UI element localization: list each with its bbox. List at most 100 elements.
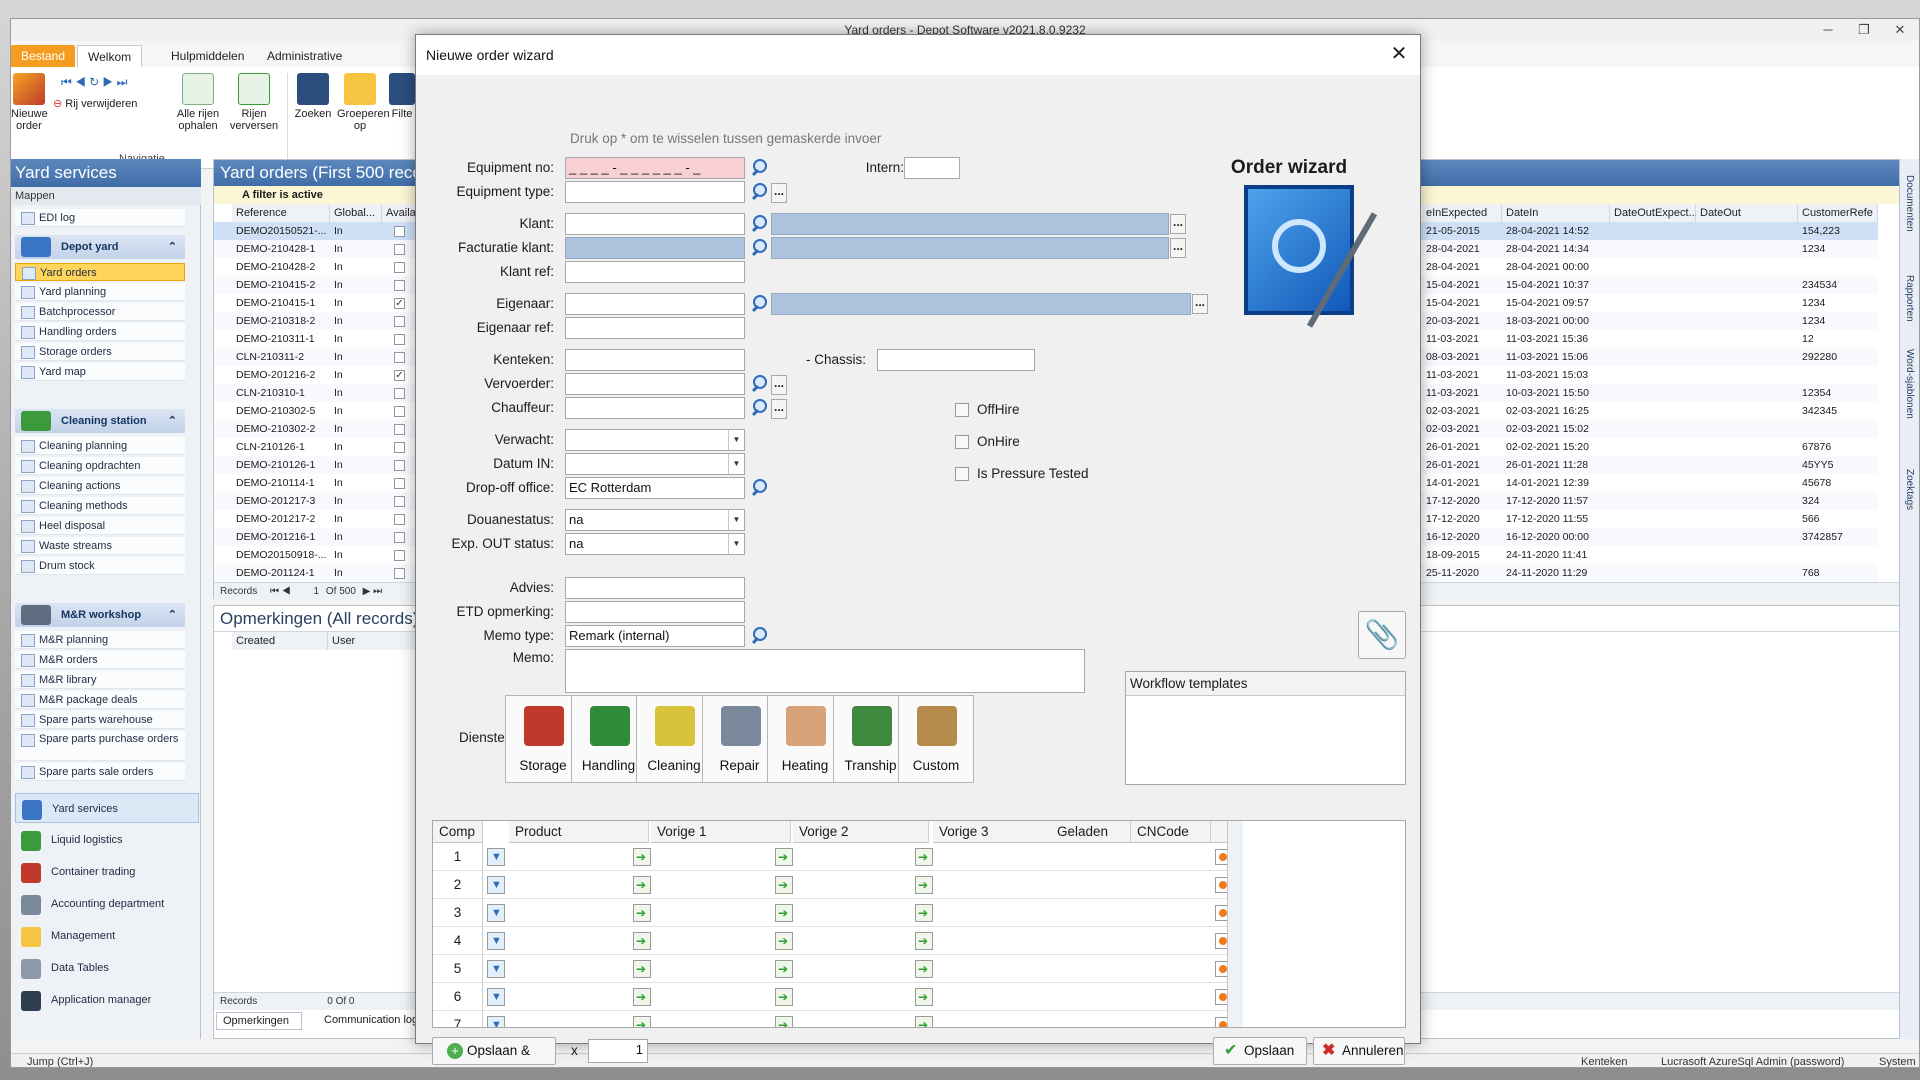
vervoerder-input[interactable] — [565, 373, 745, 395]
memo-type-input[interactable]: Remark (internal) — [565, 625, 745, 647]
save-and-button[interactable]: + Opslaan & — [432, 1037, 556, 1065]
side-tab-word-sjablonen[interactable]: Word-sjablonen — [1904, 349, 1915, 419]
group-cleaning-station[interactable]: Cleaning station ⌃ — [15, 409, 185, 433]
sidebar-item-cleaning-methods[interactable]: Cleaning methods — [15, 497, 185, 515]
attachment-icon[interactable]: 📎 — [1358, 611, 1406, 659]
column-customer-ref[interactable]: CustomerRefe — [1798, 204, 1878, 222]
side-tab-documenten[interactable]: Documenten — [1904, 175, 1915, 232]
filter-button[interactable]: Filte — [387, 73, 417, 120]
column-date-out-expected[interactable]: DateOutExpect... — [1610, 204, 1698, 222]
row-available-checkbox[interactable] — [394, 568, 405, 579]
grid-header-geladen[interactable]: Geladen — [1051, 821, 1131, 843]
copy-arrow-icon[interactable] — [915, 876, 933, 894]
copy-arrow-icon[interactable] — [775, 960, 793, 978]
row-available-checkbox[interactable] — [394, 352, 405, 363]
chevron-down-icon[interactable]: ▼ — [728, 454, 744, 474]
sidebar-item-m-r-orders[interactable]: M&R orders — [15, 651, 185, 669]
sidebar-item-spare-parts-sale-orders[interactable]: Spare parts sale orders — [15, 763, 185, 781]
sidebar-item-m-r-library[interactable]: M&R library — [15, 671, 185, 689]
row-available-checkbox[interactable] — [394, 244, 405, 255]
chevron-down-icon[interactable]: ▼ — [728, 534, 744, 554]
row-available-checkbox[interactable] — [394, 406, 405, 417]
column-date-in[interactable]: DateIn — [1502, 204, 1610, 222]
column-user[interactable]: User — [328, 632, 418, 650]
search-button[interactable]: Zoeken — [291, 73, 335, 120]
search-icon[interactable] — [749, 157, 771, 179]
copy-arrow-icon[interactable] — [633, 876, 651, 894]
tab-bestand[interactable]: Bestand — [11, 45, 76, 67]
sidebar-item-cleaning-actions[interactable]: Cleaning actions — [15, 477, 185, 495]
row-available-checkbox[interactable] — [394, 334, 405, 345]
row-available-checkbox[interactable] — [394, 550, 405, 561]
search-icon[interactable] — [749, 293, 771, 315]
grid-header-comp[interactable]: Comp — [433, 821, 483, 843]
copy-arrow-icon[interactable] — [915, 988, 933, 1006]
sidebar-item-spare-parts-warehouse[interactable]: Spare parts warehouse — [15, 711, 185, 729]
sidebar-item-heel-disposal[interactable]: Heel disposal — [15, 517, 185, 535]
equipment-no-input[interactable]: _ _ _ _ - _ _ _ _ _ _ - _ — [565, 157, 745, 179]
grid-scrollbar[interactable] — [1227, 821, 1243, 1027]
more-options-button[interactable]: ... — [771, 399, 787, 419]
offhire-checkbox[interactable] — [955, 403, 969, 417]
more-options-button[interactable]: ... — [1170, 214, 1186, 234]
sidebar-item-m-r-planning[interactable]: M&R planning — [15, 631, 185, 649]
sidebar-item-m-r-package-deals[interactable]: M&R package deals — [15, 691, 185, 709]
column-global[interactable]: Global... — [330, 204, 382, 222]
tab-administrative[interactable]: Administrative — [257, 45, 352, 67]
eigenaar-input[interactable] — [565, 293, 745, 315]
row-available-checkbox[interactable] — [394, 388, 405, 399]
product-picker-icon[interactable] — [487, 960, 505, 978]
quantity-input[interactable]: 1 — [588, 1039, 648, 1063]
refresh-rows-button[interactable]: Rijen verversen — [229, 73, 279, 132]
save-button[interactable]: ✔ Opslaan — [1213, 1037, 1307, 1065]
copy-arrow-icon[interactable] — [633, 1016, 651, 1027]
sidebar-item-drum-stock[interactable]: Drum stock — [15, 557, 185, 575]
sidebar-item-spare-parts-purchase-orders[interactable]: Spare parts purchase orders — [15, 731, 185, 761]
new-order-button[interactable]: Nieuwe order — [11, 73, 48, 132]
row-available-checkbox[interactable] — [394, 514, 405, 525]
copy-arrow-icon[interactable] — [775, 932, 793, 950]
dropoff-input[interactable]: EC Rotterdam — [565, 477, 745, 499]
copy-arrow-icon[interactable] — [915, 1016, 933, 1027]
copy-arrow-icon[interactable] — [633, 904, 651, 922]
row-available-checkbox[interactable]: ✓ — [394, 370, 405, 381]
kenteken-input[interactable] — [565, 349, 745, 371]
tab-hulpmiddelen[interactable]: Hulpmiddelen — [161, 45, 254, 67]
etd-input[interactable] — [565, 601, 745, 623]
copy-arrow-icon[interactable] — [775, 1016, 793, 1027]
facturatie-input[interactable] — [565, 237, 745, 259]
group-mr-workshop[interactable]: M&R workshop ⌃ — [15, 603, 185, 627]
column-in-expected[interactable]: eInExpected — [1422, 204, 1502, 222]
more-options-button[interactable]: ... — [771, 375, 787, 395]
column-created[interactable]: Created — [232, 632, 328, 650]
copy-arrow-icon[interactable] — [775, 988, 793, 1006]
copy-arrow-icon[interactable] — [633, 932, 651, 950]
product-picker-icon[interactable] — [487, 932, 505, 950]
close-app-button[interactable]: ✕ — [1883, 19, 1917, 41]
row-available-checkbox[interactable] — [394, 424, 405, 435]
advies-input[interactable] — [565, 577, 745, 599]
copy-arrow-icon[interactable] — [633, 988, 651, 1006]
module-application-manager[interactable]: Application manager — [15, 985, 199, 1015]
product-picker-icon[interactable] — [487, 1016, 505, 1027]
tab-communication-log[interactable]: Communication log — [302, 1012, 432, 1030]
more-options-button[interactable]: ... — [1192, 294, 1208, 314]
copy-arrow-icon[interactable] — [775, 848, 793, 866]
search-icon[interactable] — [749, 237, 771, 259]
row-available-checkbox[interactable]: ✓ — [394, 298, 405, 309]
copy-arrow-icon[interactable] — [633, 848, 651, 866]
nav-arrows-icon[interactable]: ⏮ ◀ ↻ ▶ ⏭ — [61, 75, 127, 90]
verwacht-date-input[interactable]: ▼ — [565, 429, 745, 451]
row-available-checkbox[interactable] — [394, 478, 405, 489]
chevron-down-icon[interactable]: ▼ — [728, 510, 744, 530]
module-liquid-logistics[interactable]: Liquid logistics — [15, 825, 199, 855]
record-nav-icon[interactable]: ⏮ ◀ — [270, 586, 291, 597]
sidebar-item-storage-orders[interactable]: Storage orders — [15, 343, 185, 361]
record-number[interactable]: 1 — [314, 586, 320, 597]
module-management[interactable]: Management — [15, 921, 199, 951]
sidebar-item-waste-streams[interactable]: Waste streams — [15, 537, 185, 555]
module-data-tables[interactable]: Data Tables — [15, 953, 199, 983]
search-icon[interactable] — [749, 181, 771, 203]
dialog-close-button[interactable]: ✕ — [1384, 39, 1414, 69]
side-tab-zoektags[interactable]: Zoektags — [1904, 469, 1915, 510]
